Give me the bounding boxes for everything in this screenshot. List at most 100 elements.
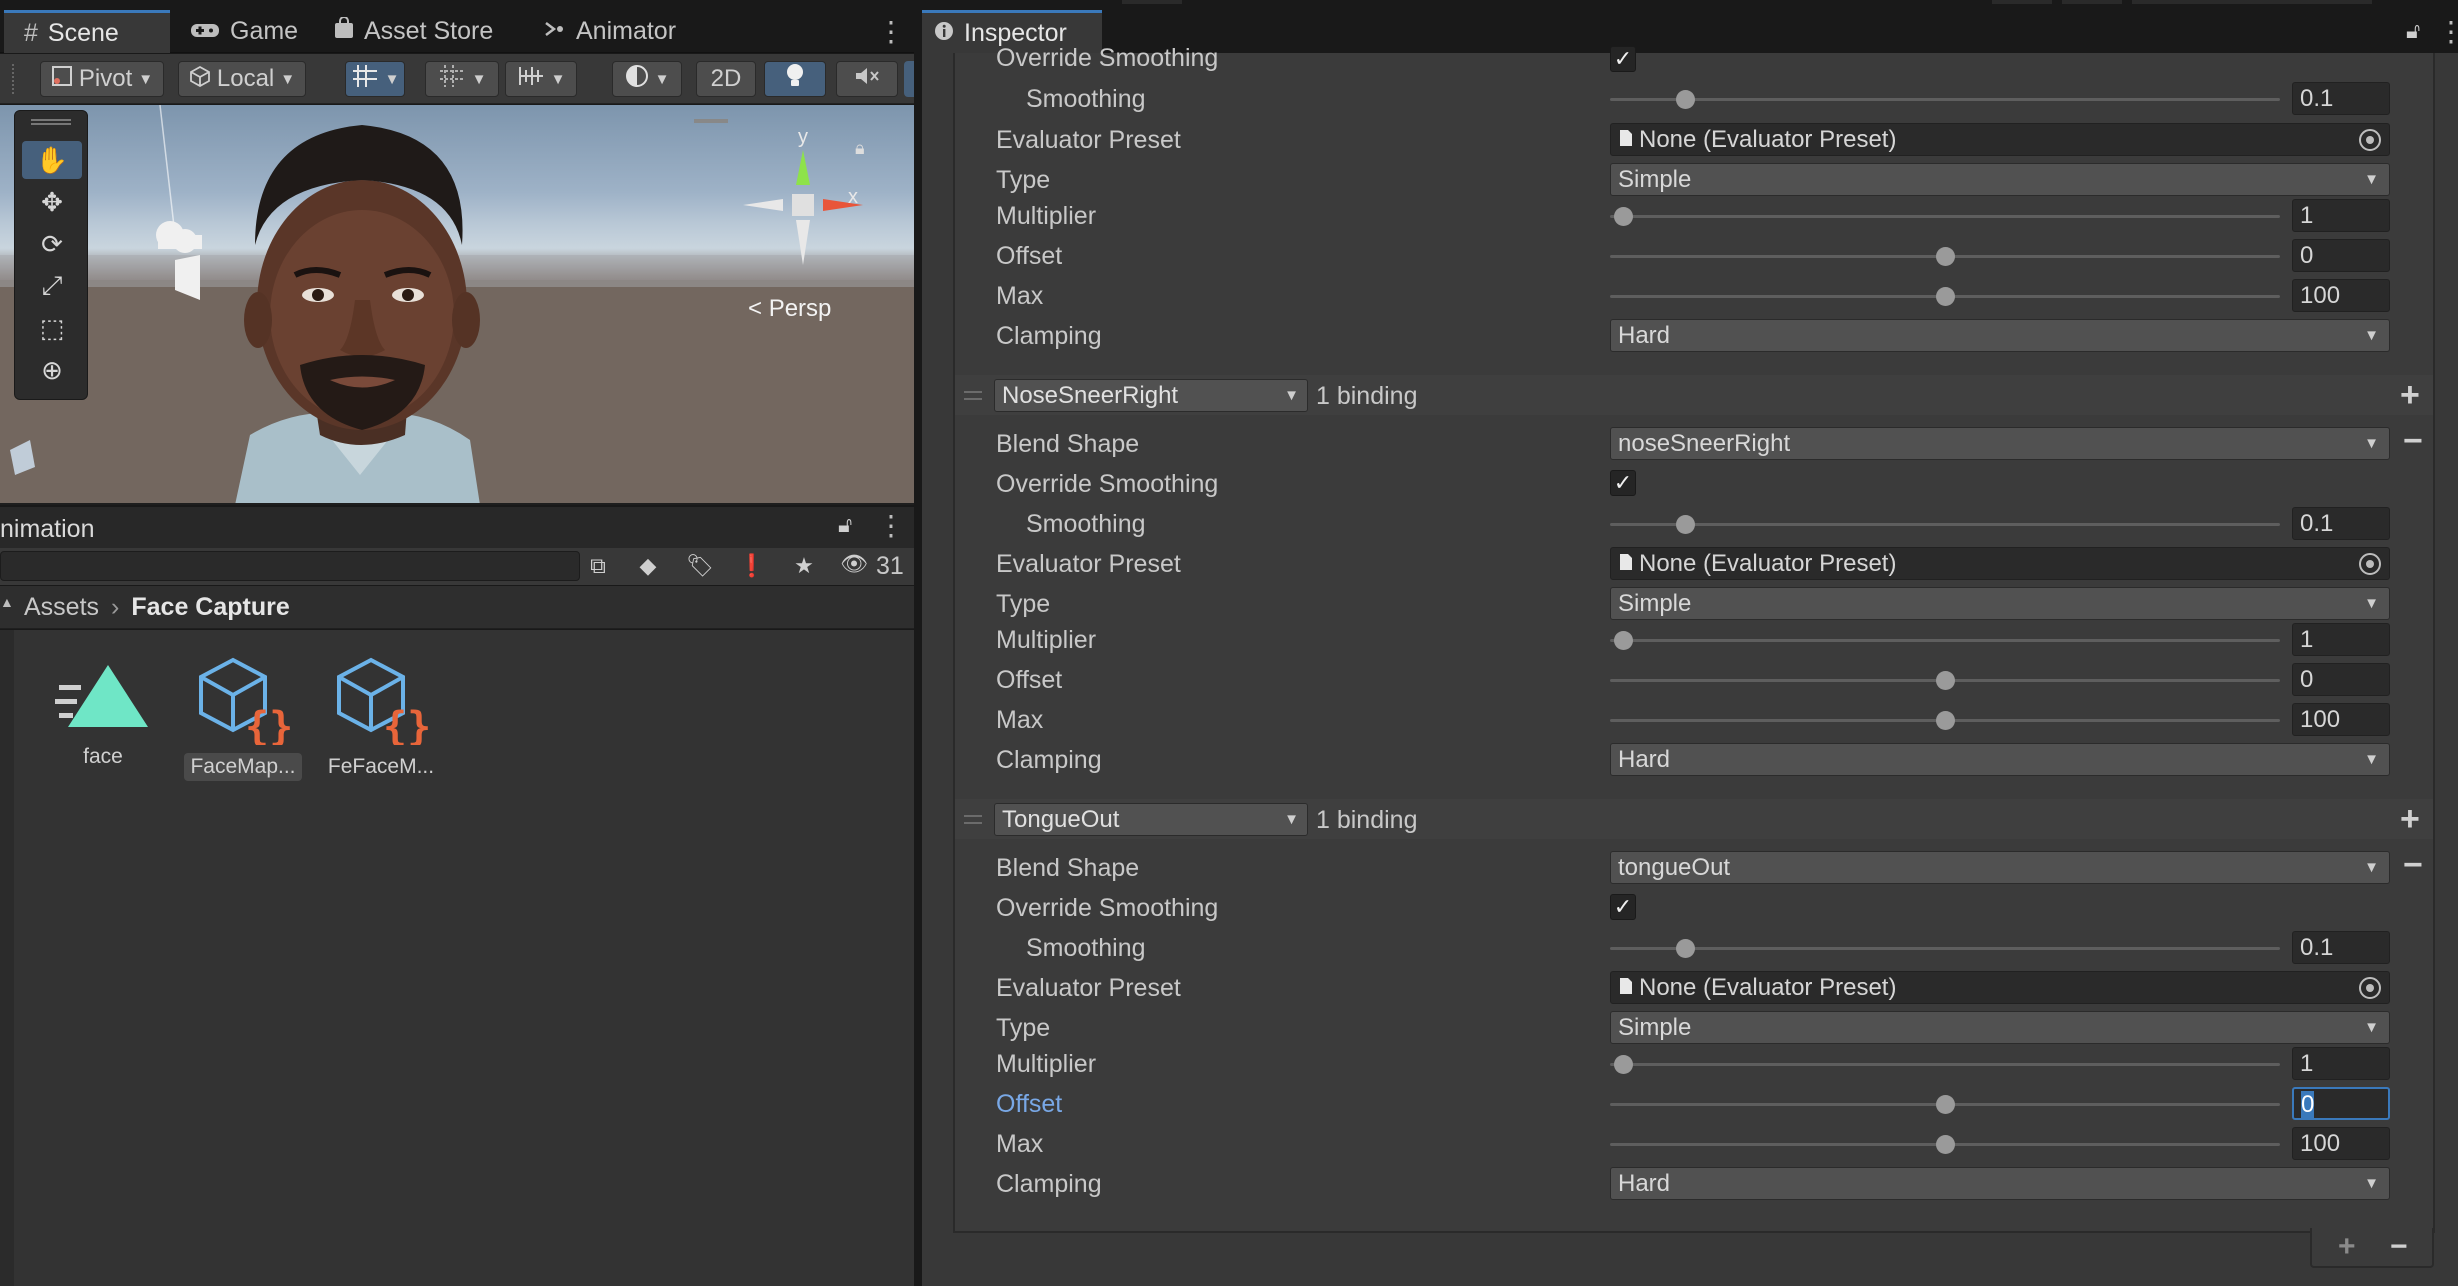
search-by-type-icon[interactable]: ⧉ [582,551,614,581]
favorites-star-icon[interactable]: ★ [788,551,820,581]
breadcrumb-root[interactable]: Assets [24,593,99,622]
filter-by-type-icon[interactable]: ◆ [632,551,664,581]
hand-tool-icon[interactable]: ✋ [22,141,82,179]
multiplier-slider-thumb[interactable] [1614,631,1633,650]
multiplier-slider[interactable] [1610,639,2280,642]
lock-icon[interactable]: 🔓︎ [838,512,852,538]
multiplier-field[interactable]: 1 [2292,1047,2390,1080]
override-smoothing-checkbox[interactable]: ✓ [1610,46,1636,72]
smoothing-field[interactable]: 0.1 [2292,82,2390,115]
increment-snap-toggle[interactable]: ▼ [425,61,499,97]
audio-toggle[interactable] [836,61,898,97]
offset-field-focused[interactable]: 0 [2292,1087,2390,1120]
more-tools-button[interactable] [904,61,914,97]
add-binding-button[interactable]: + [2400,378,2420,412]
smoothing-slider-thumb[interactable] [1676,515,1695,534]
tab-scene[interactable]: # Scene [4,10,170,53]
scene-menu-kebab-icon[interactable]: ⋮ [877,18,905,46]
multiplier-slider-thumb[interactable] [1614,207,1633,226]
asset-item[interactable]: {} FeFaceM... [316,655,446,795]
offset-field[interactable]: 0 [2292,663,2390,696]
smoothing-field[interactable]: 0.1 [2292,931,2390,964]
local-dropdown[interactable]: Local ▼ [178,61,306,97]
asset-item[interactable]: {} FaceMap... [178,655,308,795]
rect-tool-icon[interactable]: ⬚ [22,309,82,347]
smoothing-slider[interactable] [1610,947,2280,950]
clamping-dropdown[interactable]: Hard ▼ [1610,743,2390,776]
add-binding-button[interactable]: + [2400,802,2420,836]
grid-snapping-toggle[interactable]: ▼ [345,61,405,97]
blend-shape-dropdown[interactable]: noseSneerRight ▼ [1610,427,2390,460]
console-log-icon[interactable]: ❗ [736,551,768,581]
max-slider-thumb[interactable] [1936,1135,1955,1154]
smoothing-slider-thumb[interactable] [1676,939,1695,958]
clamping-dropdown[interactable]: Hard ▼ [1610,1167,2390,1200]
evaluator-preset-field[interactable]: None (Evaluator Preset) [1610,971,2390,1004]
panel-splitter[interactable] [914,0,922,1286]
collapse-arrow-icon[interactable]: ▲ [0,594,14,610]
breadcrumb-current[interactable]: Face Capture [131,593,289,622]
clamping-dropdown[interactable]: Hard ▼ [1610,319,2390,352]
type-dropdown[interactable]: Simple ▼ [1610,163,2390,196]
orientation-gizmo[interactable]: y x [738,125,868,265]
multiplier-slider-thumb[interactable] [1614,1055,1633,1074]
evaluator-preset-field[interactable]: None (Evaluator Preset) [1610,123,2390,156]
multiplier-slider[interactable] [1610,215,2280,218]
max-slider-thumb[interactable] [1936,287,1955,306]
lighting-toggle[interactable] [764,61,826,97]
multiplier-field[interactable]: 1 [2292,199,2390,232]
object-picker-icon[interactable] [2359,977,2381,999]
binding-name-dropdown[interactable]: TongueOut ▼ [994,803,1308,836]
remove-binding-button[interactable]: − [2403,848,2423,882]
project-search-input[interactable] [0,551,580,581]
blend-shape-dropdown[interactable]: tongueOut ▼ [1610,851,2390,884]
filter-by-label-icon[interactable]: 🏷︎ [684,551,716,581]
object-picker-icon[interactable] [2359,129,2381,151]
project-menu-kebab-icon[interactable]: ⋮ [877,512,905,540]
object-picker-icon[interactable] [2359,553,2381,575]
hidden-packages-icon[interactable]: 👁︎ [840,551,870,581]
smoothing-field[interactable]: 0.1 [2292,507,2390,540]
multiplier-slider[interactable] [1610,1063,2280,1066]
overlay-grip[interactable] [694,119,728,123]
offset-slider-thumb[interactable] [1936,671,1955,690]
inspector-menu-kebab-icon[interactable]: ⋮ [2437,18,2458,46]
project-window-title[interactable]: nimation [0,515,95,544]
type-dropdown[interactable]: Simple ▼ [1610,587,2390,620]
remove-element-button[interactable]: − [2390,1230,2408,1264]
rotate-tool-icon[interactable]: ⟳ [22,225,82,263]
remove-binding-button[interactable]: − [2403,424,2423,458]
drag-handle-icon[interactable] [964,391,982,400]
multiplier-field[interactable]: 1 [2292,623,2390,656]
pivot-dropdown[interactable]: Pivot ▼ [40,61,164,97]
offset-slider-thumb[interactable] [1936,1095,1955,1114]
draw-mode-dropdown[interactable]: ▼ [612,61,682,97]
gizmo-lock-icon[interactable]: 🔒︎ [855,138,865,159]
mode-2d-toggle[interactable]: 2D [696,61,756,97]
smoothing-slider-thumb[interactable] [1676,90,1695,109]
smoothing-slider[interactable] [1610,98,2280,101]
offset-field[interactable]: 0 [2292,239,2390,272]
evaluator-preset-field[interactable]: None (Evaluator Preset) [1610,547,2390,580]
scale-tool-icon[interactable]: ⤢ [22,267,82,305]
add-element-button[interactable]: + [2338,1230,2356,1264]
drag-handle-icon[interactable] [964,815,982,824]
max-field[interactable]: 100 [2292,703,2390,736]
asset-item[interactable]: face [38,655,168,795]
align-tools-toggle[interactable]: ▼ [505,61,577,97]
tools-grip[interactable] [31,119,71,125]
inspector-lock-icon[interactable]: 🔓︎ [2406,18,2420,44]
max-field[interactable]: 100 [2292,1127,2390,1160]
type-dropdown[interactable]: Simple ▼ [1610,1011,2390,1044]
max-slider-thumb[interactable] [1936,711,1955,730]
max-field[interactable]: 100 [2292,279,2390,312]
projection-toggle[interactable]: < Persp [748,295,831,323]
tab-asset-store[interactable]: Asset Store [314,10,513,53]
tab-animator[interactable]: Animator [524,10,696,53]
override-smoothing-checkbox[interactable]: ✓ [1610,894,1636,920]
smoothing-slider[interactable] [1610,523,2280,526]
binding-name-dropdown[interactable]: NoseSneerRight ▼ [994,379,1308,412]
move-tool-icon[interactable]: ✥ [22,183,82,221]
tab-game[interactable]: Game [170,10,318,53]
transform-tool-icon[interactable]: ⊕ [22,351,82,389]
